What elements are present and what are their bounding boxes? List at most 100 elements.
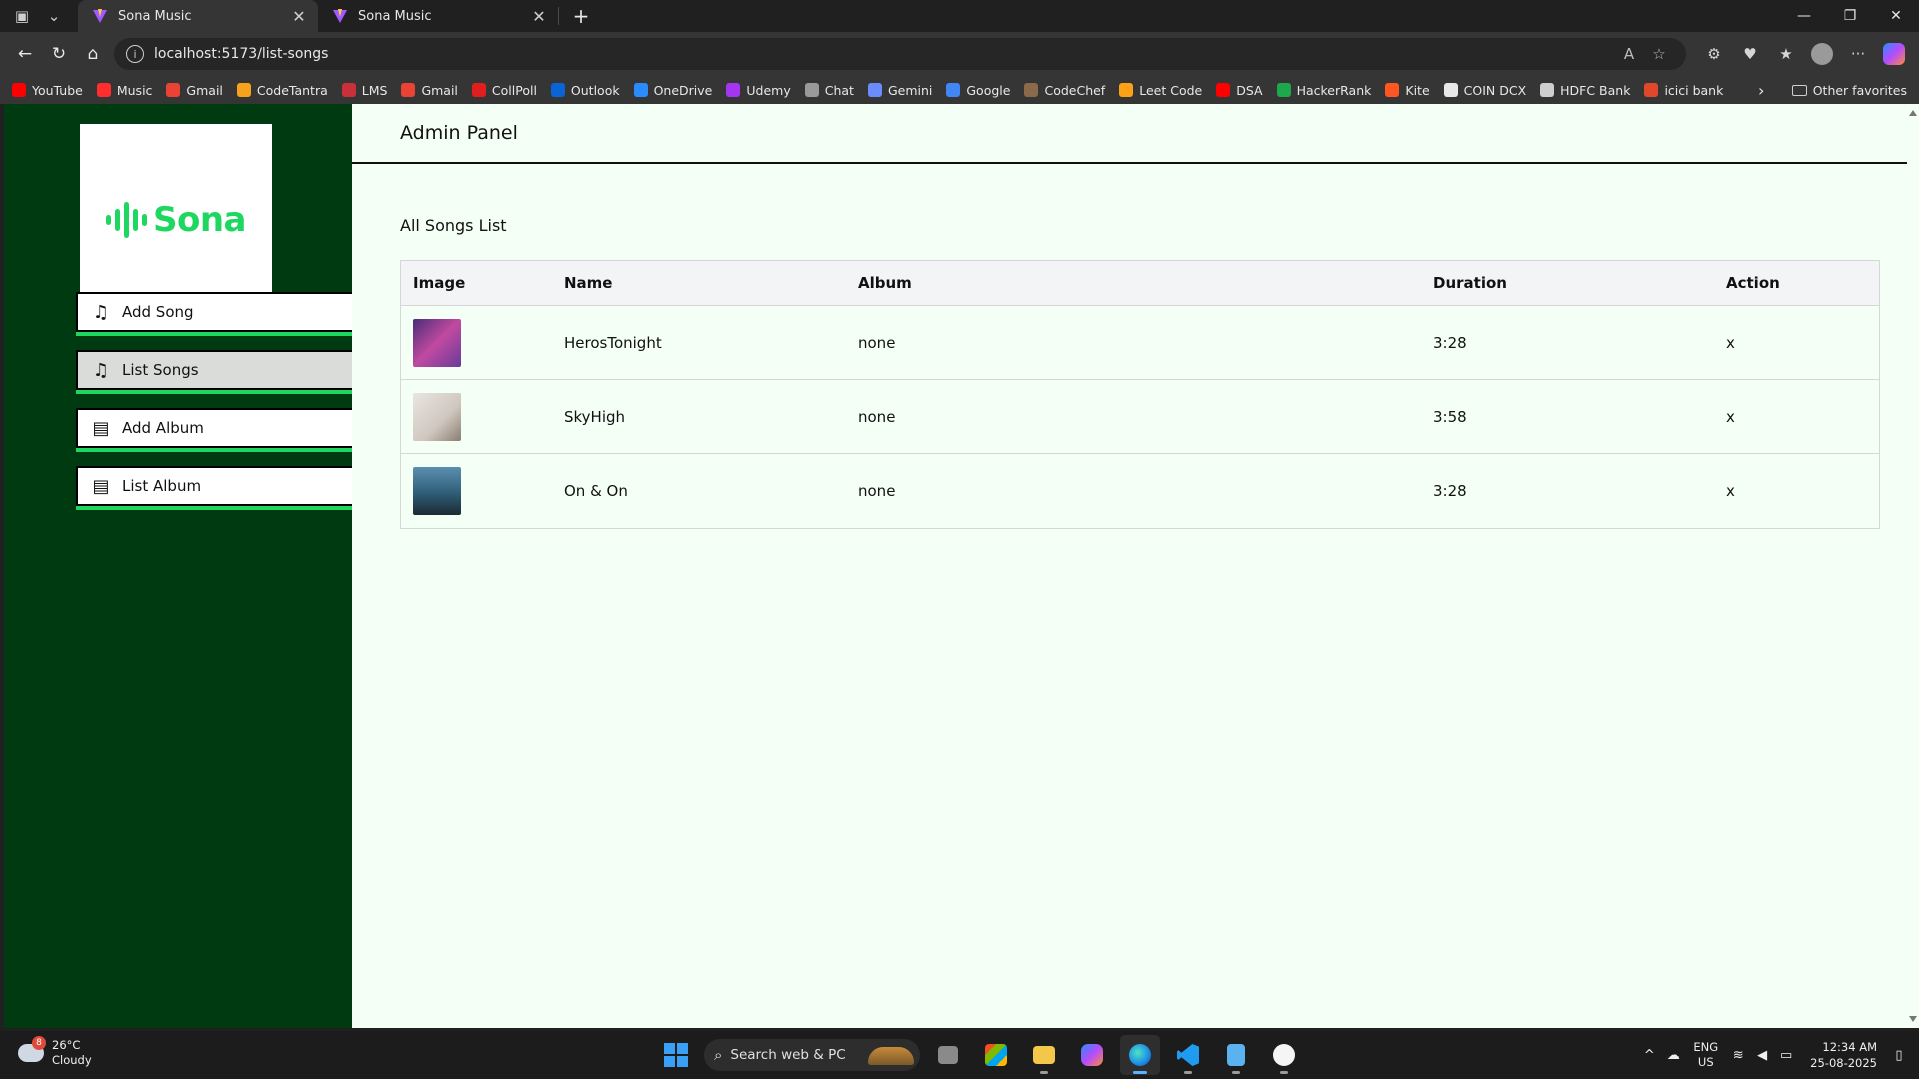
minimize-button[interactable]: —: [1781, 0, 1827, 32]
task-view-icon[interactable]: [928, 1035, 968, 1075]
site-info-icon[interactable]: i: [126, 45, 144, 63]
url-text[interactable]: localhost:5173/list-songs: [154, 46, 1614, 62]
favorite-label: CodeChef: [1044, 82, 1106, 98]
other-favorites[interactable]: Other favorites: [1791, 76, 1907, 104]
language-indicator[interactable]: ENG US: [1693, 1040, 1718, 1070]
taskbar-apps: ⌕ Search web & PC: [656, 1035, 1304, 1075]
favorite-label: HackerRank: [1296, 82, 1372, 98]
album-list-icon: ▤: [92, 475, 110, 497]
weather-widget[interactable]: 8 26°C Cloudy: [18, 1036, 92, 1068]
favorite-label: Leet Code: [1139, 82, 1203, 98]
edge-browser-icon[interactable]: [1120, 1035, 1160, 1075]
new-tab-button[interactable]: +: [565, 2, 597, 30]
close-tab-icon[interactable]: ✕: [290, 7, 308, 26]
favorite-link[interactable]: Gemini: [867, 82, 933, 98]
scroll-up-arrow-icon[interactable]: [1909, 110, 1917, 116]
sidebar-item-add-song[interactable]: ♫ Add Song: [76, 292, 352, 332]
favorite-link[interactable]: icici bank: [1644, 83, 1723, 98]
favorite-label: Gmail: [186, 82, 223, 98]
clock[interactable]: 12:34 AM 25-08-2025: [1810, 1039, 1877, 1071]
favorite-link[interactable]: Outlook: [550, 83, 620, 98]
address-bar[interactable]: i localhost:5173/list-songs A ☆: [114, 38, 1686, 70]
favicon-icon: [471, 83, 486, 97]
page-header: Admin Panel: [352, 104, 1911, 164]
workspaces-icon[interactable]: ▣: [8, 2, 36, 30]
sidebar-item-add-album[interactable]: ▤ Add Album: [76, 408, 352, 448]
favorite-link[interactable]: CodeChef: [1024, 83, 1105, 98]
language-code: ENG: [1693, 1040, 1719, 1054]
close-window-button[interactable]: ✕: [1873, 0, 1919, 32]
home-button[interactable]: ⌂: [76, 38, 110, 70]
sidebar-item-list-album[interactable]: ▤ List Album: [76, 466, 352, 506]
favorite-link[interactable]: CollPoll: [471, 83, 537, 98]
favicon-icon: [1276, 83, 1291, 97]
favorite-link[interactable]: OneDrive: [633, 82, 713, 98]
vscode-icon[interactable]: [1168, 1035, 1208, 1075]
favorite-link[interactable]: Leet Code: [1119, 83, 1202, 98]
tab-sona-music-2[interactable]: Sona Music ✕: [318, 0, 558, 32]
extensions-icon[interactable]: ⚙: [1698, 38, 1730, 70]
start-button-windows-icon[interactable]: [656, 1035, 696, 1075]
favorite-link[interactable]: HDFC Bank: [1540, 83, 1630, 98]
song-name: On & On: [564, 482, 628, 500]
onedrive-cloud-icon[interactable]: ☁: [1661, 1048, 1685, 1063]
show-hidden-icons-chevron-icon[interactable]: ^: [1637, 1048, 1661, 1063]
back-button[interactable]: ←: [8, 38, 42, 70]
favorite-link[interactable]: Music: [96, 83, 152, 98]
favorites-icon[interactable]: ★: [1770, 38, 1802, 70]
favorite-label: Gemini: [887, 82, 933, 98]
favorite-star-icon[interactable]: ☆: [1644, 45, 1674, 63]
delete-song-button[interactable]: x: [1714, 334, 1881, 352]
scroll-down-arrow-icon[interactable]: [1909, 1016, 1917, 1022]
copilot-app-icon[interactable]: [1072, 1035, 1112, 1075]
restore-button[interactable]: ❐: [1827, 0, 1873, 32]
favorite-link[interactable]: HackerRank: [1276, 82, 1372, 98]
favorite-link[interactable]: CodeTantra: [236, 83, 328, 98]
file-explorer-icon[interactable]: [1024, 1035, 1064, 1075]
favorite-link[interactable]: Chat: [804, 83, 854, 98]
sidebar-item-list-songs[interactable]: ♫ List Songs: [76, 350, 352, 390]
favorite-label: OneDrive: [653, 82, 713, 98]
favicon-icon: [12, 83, 26, 97]
favorite-link[interactable]: Kite: [1385, 83, 1430, 98]
browser-essentials-icon[interactable]: ♥: [1734, 38, 1766, 70]
wifi-icon[interactable]: ≋: [1726, 1048, 1750, 1063]
refresh-button[interactable]: ↻: [42, 38, 76, 70]
profile-avatar-icon[interactable]: [1806, 38, 1838, 70]
battery-icon[interactable]: ▭: [1774, 1048, 1798, 1063]
favorite-label: Udemy: [746, 82, 791, 98]
favorite-link[interactable]: LMS: [341, 83, 387, 98]
column-header-name: Name: [564, 274, 613, 292]
search-highlight-image: [868, 1047, 914, 1065]
tab-list-chevron-icon[interactable]: ⌄: [40, 2, 68, 30]
favorite-link[interactable]: Google: [946, 83, 1010, 98]
favorite-label: COIN DCX: [1463, 82, 1527, 98]
favorites-more-chevron-icon[interactable]: ›: [1758, 76, 1764, 104]
mongodb-compass-icon[interactable]: [1264, 1035, 1304, 1075]
delete-song-button[interactable]: x: [1714, 408, 1881, 426]
favorite-link[interactable]: YouTube: [12, 83, 83, 98]
read-aloud-icon[interactable]: A: [1614, 45, 1644, 63]
favorite-link[interactable]: Gmail: [166, 82, 223, 98]
notepad-icon[interactable]: [1216, 1035, 1256, 1075]
page-title: Admin Panel: [400, 122, 518, 144]
page-scrollbar[interactable]: [1907, 104, 1919, 1028]
favicon-icon: [166, 83, 181, 97]
microsoft-store-icon[interactable]: [976, 1035, 1016, 1075]
favorite-link[interactable]: Gmail: [401, 83, 458, 98]
delete-song-button[interactable]: x: [1714, 482, 1881, 500]
add-music-icon: ♫: [92, 301, 110, 323]
notifications-bell-icon[interactable]: ▯: [1887, 1048, 1911, 1063]
tab-sona-music-1[interactable]: Sona Music ✕: [78, 0, 318, 32]
taskbar-search[interactable]: ⌕ Search web & PC: [704, 1039, 920, 1071]
column-header-duration: Duration: [1433, 274, 1507, 292]
close-tab-icon[interactable]: ✕: [530, 7, 548, 26]
copilot-icon[interactable]: [1878, 38, 1910, 70]
more-menu-icon[interactable]: ···: [1842, 38, 1874, 70]
sidebar-item-label: List Album: [122, 477, 202, 495]
favicon-icon: [341, 83, 356, 97]
favorite-link[interactable]: COIN DCX: [1443, 82, 1527, 98]
volume-icon[interactable]: ◀: [1750, 1048, 1774, 1063]
favorite-link[interactable]: DSA: [1216, 83, 1263, 98]
favorite-link[interactable]: Udemy: [726, 82, 791, 98]
